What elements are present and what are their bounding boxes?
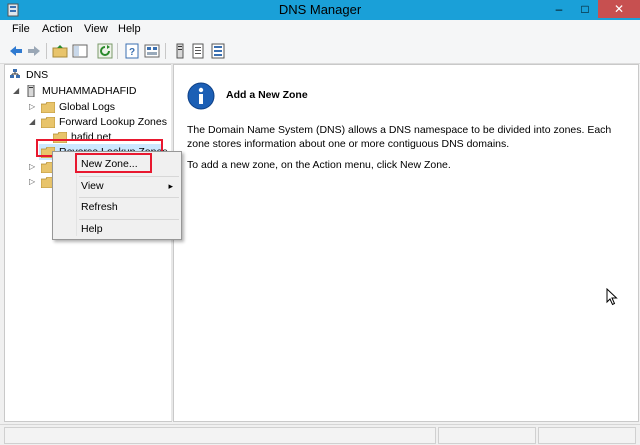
new-zone-highlight-box bbox=[75, 153, 152, 173]
up-folder-icon[interactable] bbox=[52, 43, 68, 59]
minimize-button[interactable]: – bbox=[546, 0, 572, 18]
collapse-icon[interactable]: ◢ bbox=[29, 118, 37, 126]
tree-label-forward-lookup-zones: Forward Lookup Zones bbox=[59, 116, 167, 128]
window-title: DNS Manager bbox=[278, 2, 362, 17]
records-icon[interactable] bbox=[210, 43, 226, 59]
menu-item-help[interactable]: Help bbox=[81, 220, 103, 238]
info-icon bbox=[187, 82, 215, 110]
close-button[interactable]: ✕ bbox=[598, 0, 640, 18]
menu-help[interactable]: Help bbox=[118, 23, 141, 35]
svg-text:?: ? bbox=[129, 47, 135, 58]
tree-label-dns: DNS bbox=[26, 69, 49, 81]
dns-root-icon bbox=[10, 69, 20, 78]
server-node-icon bbox=[27, 85, 35, 97]
status-bar bbox=[0, 424, 640, 445]
tree-label-global-logs: Global Logs bbox=[59, 101, 116, 113]
maximize-button[interactable]: □ bbox=[572, 0, 598, 18]
zone-list-icon[interactable] bbox=[190, 43, 206, 59]
expand-icon[interactable]: ▷ bbox=[29, 103, 37, 111]
tree-item-collapsed[interactable]: ▷ bbox=[29, 174, 55, 190]
toolbar: ? bbox=[0, 39, 640, 64]
status-cell bbox=[538, 427, 636, 444]
title-bar[interactable]: DNS Manager – □ ✕ bbox=[0, 0, 640, 20]
menu-item-refresh[interactable]: Refresh bbox=[81, 198, 118, 216]
forward-arrow-icon[interactable] bbox=[26, 43, 42, 59]
menu-bar: File Action View Help bbox=[0, 20, 640, 39]
back-arrow-icon[interactable] bbox=[8, 43, 24, 59]
menu-item-view-label: View bbox=[81, 180, 104, 192]
tree-label-server: MUHAMMADHAFID bbox=[42, 85, 137, 97]
info-paragraph: The Domain Name System (DNS) allows a DN… bbox=[187, 124, 612, 150]
server-icon[interactable] bbox=[172, 43, 188, 59]
info-heading: Add a New Zone bbox=[226, 89, 308, 101]
help-icon[interactable]: ? bbox=[124, 43, 140, 59]
show-hide-tree-icon[interactable] bbox=[72, 43, 88, 59]
menu-file[interactable]: File bbox=[12, 23, 30, 35]
console-tree-pane[interactable]: DNS ◢ MUHAMMADHAFID ▷ Global Logs ◢ Forw… bbox=[4, 64, 172, 422]
collapse-icon[interactable]: ◢ bbox=[13, 87, 21, 95]
folder-icon bbox=[41, 102, 55, 113]
details-pane bbox=[173, 64, 639, 422]
expand-icon[interactable]: ▷ bbox=[29, 178, 37, 186]
menu-view[interactable]: View bbox=[84, 23, 108, 35]
expand-icon[interactable]: ▷ bbox=[29, 163, 37, 171]
properties-icon[interactable] bbox=[144, 43, 160, 59]
submenu-arrow-icon: ▸ bbox=[168, 181, 173, 191]
tree-item-collapsed[interactable]: ▷ bbox=[29, 159, 55, 175]
status-cell bbox=[4, 427, 436, 444]
mouse-cursor-icon bbox=[606, 288, 618, 306]
dns-manager-window: DNS Manager – □ ✕ File Action View Help … bbox=[0, 0, 640, 445]
menu-action[interactable]: Action bbox=[42, 23, 73, 35]
refresh-icon[interactable] bbox=[97, 43, 113, 59]
status-cell bbox=[438, 427, 536, 444]
info-instruction: To add a new zone, on the Action menu, c… bbox=[187, 159, 451, 171]
folder-icon bbox=[41, 117, 55, 128]
menu-item-view[interactable]: View ▸ bbox=[81, 177, 173, 195]
